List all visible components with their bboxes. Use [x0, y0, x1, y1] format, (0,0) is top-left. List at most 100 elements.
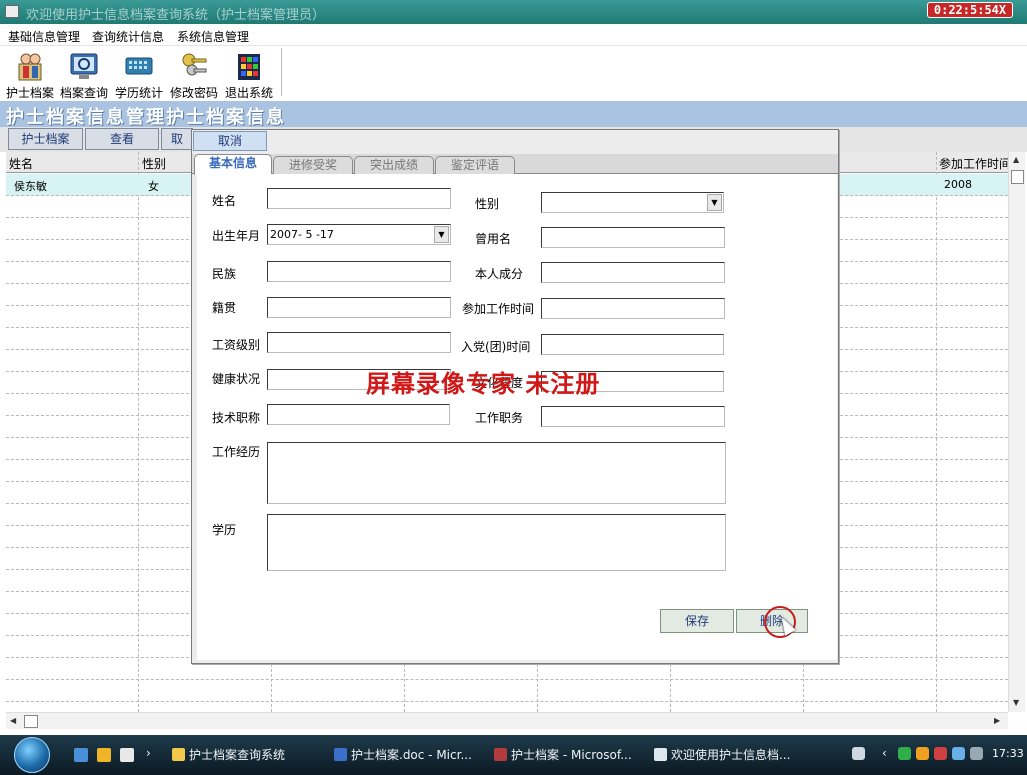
start-button[interactable]	[14, 737, 50, 773]
app-icon	[5, 5, 19, 18]
scroll-left-icon[interactable]: ◀	[10, 716, 16, 725]
taskbar-item[interactable]: 护士档案查询系统	[172, 746, 285, 763]
column-header-work-start[interactable]: 参加工作时间	[939, 155, 1008, 172]
former-name-field[interactable]	[541, 227, 725, 248]
salary-level-label: 工资级别	[212, 338, 261, 352]
tab-evaluation[interactable]: 鉴定评语	[435, 156, 515, 174]
party-join-label: 入党(团)时间	[461, 340, 531, 354]
job-post-field[interactable]	[541, 406, 725, 427]
archive-query-icon	[70, 53, 98, 79]
quick-launch-icon[interactable]	[74, 748, 88, 762]
taskbar-item-label: 护士档案 - Microsof...	[511, 748, 632, 762]
quick-launch-icon[interactable]	[97, 748, 111, 762]
exit-system-tool-button[interactable]: 退出系统	[222, 50, 276, 100]
column-header-gender[interactable]: 性别	[142, 155, 166, 172]
nurse-file-button[interactable]: 护士档案	[8, 128, 83, 150]
menu-query-stats[interactable]: 查询统计信息	[92, 28, 164, 45]
work-start-field[interactable]	[541, 298, 725, 319]
party-join-field[interactable]	[541, 334, 724, 355]
tool-label: 学历统计	[114, 86, 163, 100]
education-stats-tool-button[interactable]: 学历统计	[112, 50, 166, 100]
name-field[interactable]	[267, 188, 451, 209]
scroll-down-icon[interactable]: ▼	[1013, 698, 1019, 707]
window-title: 欢迎使用护士信息档案查询系统（护士档案管理员）	[26, 8, 326, 23]
tray-app-icon[interactable]	[898, 747, 911, 760]
volume-icon[interactable]	[970, 747, 983, 760]
name-label: 姓名	[212, 194, 237, 208]
page-header-band: 护士档案信息管理护士档案信息	[0, 101, 1027, 128]
gender-select[interactable]: ▼	[541, 192, 724, 213]
toolbar-separator	[281, 48, 282, 96]
education-stats-icon	[125, 57, 153, 75]
menu-system-info[interactable]: 系统信息管理	[177, 28, 249, 45]
tool-label: 护士档案	[5, 86, 54, 100]
work-start-label: 参加工作时间	[462, 302, 535, 316]
exit-system-icon	[238, 54, 260, 80]
nurse-file-icon	[18, 53, 42, 81]
tech-title-label: 技术职称	[212, 411, 261, 425]
folder-icon	[172, 748, 185, 761]
tech-title-field[interactable]	[267, 404, 450, 425]
health-label: 健康状况	[212, 372, 261, 386]
cancel-button[interactable]: 取消	[193, 131, 267, 151]
education-textarea[interactable]	[267, 514, 726, 571]
taskbar-item[interactable]: 护士档案.doc - Micr...	[334, 746, 472, 763]
birth-date-value: 2007- 5 -17	[270, 228, 334, 241]
chevron-down-icon[interactable]: ▼	[707, 194, 722, 211]
title-bar: 欢迎使用护士信息档案查询系统（护士档案管理员） 0:22:5:54X	[0, 0, 1027, 24]
recorder-watermark: 屏幕录像专家 未注册	[366, 369, 601, 398]
quick-launch-icon[interactable]	[120, 748, 134, 762]
keyboard-icon[interactable]	[852, 747, 865, 760]
view-button[interactable]: 查看	[85, 128, 159, 150]
chevron-down-icon[interactable]: ▼	[434, 226, 449, 243]
archive-query-tool-button[interactable]: 档案查询	[57, 50, 111, 100]
tool-label: 退出系统	[224, 86, 273, 100]
tab-basic-info[interactable]: 基本信息	[194, 154, 272, 175]
scroll-up-icon[interactable]: ▲	[1013, 155, 1019, 164]
column-header-name[interactable]: 姓名	[9, 155, 33, 172]
work-experience-textarea[interactable]	[267, 442, 726, 504]
scroll-thumb[interactable]	[1011, 170, 1024, 184]
tray-app-icon[interactable]	[916, 747, 929, 760]
nurse-file-tool-button[interactable]: 护士档案	[3, 50, 57, 100]
menu-bar: 基础信息管理 查询统计信息 系统信息管理	[0, 24, 1027, 46]
native-place-field[interactable]	[267, 297, 451, 318]
taskbar-item[interactable]: 护士档案 - Microsof...	[494, 746, 632, 763]
menu-basic-info[interactable]: 基础信息管理	[8, 28, 80, 45]
vertical-scrollbar[interactable]: ▲ ▼	[1008, 152, 1025, 712]
cancel-partial-button[interactable]: 取	[161, 128, 193, 150]
quick-launch-chevron-icon[interactable]: ›	[146, 746, 151, 760]
network-icon[interactable]	[952, 747, 965, 760]
cell-work-start: 2008	[944, 178, 972, 191]
tab-training-awards[interactable]: 进修受奖	[273, 156, 353, 174]
word-doc-icon	[334, 748, 347, 761]
scroll-right-icon[interactable]: ▶	[994, 716, 1000, 725]
birth-label: 出生年月	[212, 229, 261, 243]
table-row[interactable]	[6, 680, 1008, 702]
taskbar-item-label: 护士档案.doc - Micr...	[351, 748, 472, 762]
save-button[interactable]: 保存	[660, 609, 734, 633]
salary-level-field[interactable]	[267, 332, 451, 353]
taskbar-item-label: 护士档案查询系统	[189, 748, 286, 762]
tab-achievements[interactable]: 突出成绩	[354, 156, 434, 174]
taskbar-item-label: 欢迎使用护士信息档...	[671, 748, 791, 762]
cell-name: 侯东敏	[14, 180, 47, 193]
tray-clock[interactable]: 17:33	[992, 747, 1024, 760]
ethnicity-field[interactable]	[267, 261, 451, 282]
birth-date-picker[interactable]: 2007- 5 -17 ▼	[267, 224, 451, 245]
change-password-tool-button[interactable]: 修改密码	[167, 50, 221, 100]
education-label: 学历	[212, 523, 237, 537]
job-post-label: 工作职务	[475, 411, 524, 425]
taskbar-item[interactable]: 欢迎使用护士信息档...	[654, 746, 790, 763]
horizontal-scrollbar[interactable]: ◀ ▶	[6, 712, 1008, 729]
tray-app-icon[interactable]	[934, 747, 947, 760]
page-title: 护士档案信息管理护士档案信息	[6, 107, 286, 128]
tray-expand-icon[interactable]: ‹	[882, 746, 887, 760]
taskbar: › 护士档案查询系统 护士档案.doc - Micr... 护士档案 - Mic…	[0, 735, 1027, 775]
gender-label: 性别	[475, 197, 500, 211]
personal-status-field[interactable]	[541, 262, 725, 283]
scroll-thumb[interactable]	[24, 715, 38, 728]
tool-label: 档案查询	[59, 86, 108, 100]
native-place-label: 籍贯	[212, 301, 237, 315]
cell-gender: 女	[148, 180, 159, 193]
